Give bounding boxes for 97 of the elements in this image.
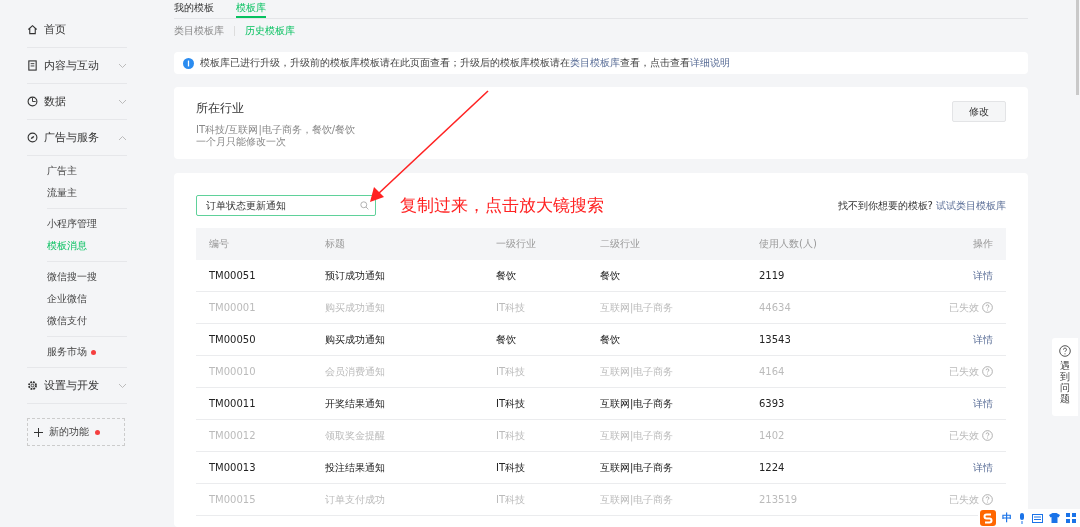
detail-link[interactable]: 详情 [973, 396, 993, 411]
column-header: 操作 [972, 236, 993, 251]
table-cell-text: 2119 [759, 270, 786, 281]
industry-title: 所在行业 [196, 100, 245, 117]
tab[interactable]: 我的模板 [174, 1, 214, 18]
detail-link[interactable]: 详情 [973, 332, 993, 347]
plus-icon [34, 427, 43, 437]
sidebar-subitem[interactable]: 服务市场 [47, 341, 127, 363]
table-cell-text: 餐饮 [600, 268, 621, 283]
chevron-down-icon[interactable] [118, 62, 127, 69]
help-tab[interactable]: 遇到问题 [1052, 338, 1078, 416]
table-cell-text: TM00011 [209, 398, 257, 409]
table-cell-text: TM00001 [209, 302, 257, 313]
table-cell-text: 购买成功通知 [325, 300, 386, 315]
table-cell-text: 投注结果通知 [325, 460, 386, 475]
table-cell-text: 会员消费通知 [325, 364, 386, 379]
document-icon [27, 60, 38, 71]
table-cell-text: 预订成功通知 [325, 268, 386, 283]
table-cell-text: 1402 [759, 430, 786, 441]
industry-value: IT科技/互联网|电子商务，餐饮/餐饮 [196, 124, 356, 136]
detail-link[interactable]: 详情 [973, 268, 993, 283]
table-cell-text: TM00012 [209, 430, 257, 441]
expired-label: 已失效 [949, 300, 979, 315]
compass-icon [27, 132, 38, 143]
table-cell-text: IT科技 [496, 364, 527, 379]
table-cell-text: 互联网|电子商务 [600, 460, 675, 475]
sidebar-subitem[interactable]: 流量主 [47, 182, 127, 204]
chevron-down-icon[interactable] [118, 98, 127, 105]
table-cell-text: TM00015 [209, 494, 257, 505]
table-cell-text: 13543 [759, 334, 792, 345]
table-cell-text: 餐饮 [496, 332, 517, 347]
grid-icon[interactable] [1066, 513, 1076, 523]
sidebar-subitem[interactable]: 微信搜一搜 [47, 266, 127, 288]
new-feature-button[interactable]: 新的功能 [27, 418, 125, 446]
table-cell-text: 开奖结果通知 [325, 396, 386, 411]
sidebar-subitem[interactable]: 微信支付 [47, 310, 127, 332]
table-cell-text: 互联网|电子商务 [600, 492, 675, 507]
expired-label: 已失效 [949, 428, 979, 443]
table-cell-text: 213519 [759, 494, 799, 505]
sidebar-item[interactable]: 设置与开发 [27, 368, 127, 404]
sidebar-item[interactable]: 内容与互动 [27, 48, 127, 84]
table-cell-text: TM00010 [209, 366, 257, 377]
search-field[interactable]: 订单状态更新通知 [196, 195, 376, 216]
table-cell-text: 购买成功通知 [325, 332, 386, 347]
sidebar-item[interactable]: 广告与服务 [27, 120, 127, 156]
annotation-text: 复制过来，点击放大镜搜索 [400, 194, 604, 217]
table-cell-text: IT科技 [496, 492, 527, 507]
keyboard-icon[interactable] [1032, 513, 1043, 523]
sidebar-item[interactable]: 首页 [27, 12, 127, 48]
column-header: 标题 [325, 236, 346, 251]
table-cell-text: IT科技 [496, 460, 527, 475]
search-icon[interactable] [360, 201, 369, 210]
table-cell-text: TM00051 [209, 270, 257, 281]
ime-toolbar[interactable]: 中 [978, 509, 1080, 527]
table-cell-text: 4164 [759, 366, 786, 377]
shirt-icon[interactable] [1049, 513, 1060, 523]
table-cell-text: 互联网|电子商务 [600, 300, 675, 315]
hint-text: 找不到你想要的模板? 试试类目模板库 [837, 198, 1006, 213]
table-cell-text: IT科技 [496, 300, 527, 315]
home-icon [27, 24, 38, 35]
table-cell-text: 互联网|电子商务 [600, 428, 675, 443]
table-cell-text: 餐饮 [496, 268, 517, 283]
column-header: 一级行业 [496, 236, 537, 251]
edit-button[interactable]: 修改 [952, 101, 1006, 122]
help-icon[interactable] [1059, 345, 1071, 357]
info-icon [183, 57, 194, 69]
sidebar-subitem[interactable]: 小程序管理 [47, 213, 127, 235]
chevron-up-icon[interactable] [118, 134, 127, 141]
table-cell-text: 44634 [759, 302, 792, 313]
table-cell-text: 1224 [759, 462, 786, 473]
table-cell-text: TM00013 [209, 462, 257, 473]
column-header: 二级行业 [600, 236, 641, 251]
input-mode-label[interactable]: 中 [1002, 511, 1012, 525]
scrollbar[interactable] [1076, 0, 1079, 95]
industry-note: 一个月只能修改一次 [196, 136, 287, 148]
notice-link[interactable]: 详细说明 [690, 57, 730, 68]
table-cell-text: IT科技 [496, 428, 527, 443]
chevron-down-icon[interactable] [118, 382, 127, 389]
table-cell-text: 互联网|电子商务 [600, 396, 675, 411]
category-library-link[interactable]: 试试类目模板库 [936, 199, 1006, 211]
expired-label: 已失效 [949, 492, 979, 507]
detail-link[interactable]: 详情 [973, 460, 993, 475]
table-cell-text: 互联网|电子商务 [600, 364, 675, 379]
table-cell-text: TM00050 [209, 334, 257, 345]
expired-label: 已失效 [949, 364, 979, 379]
pie-chart-icon [27, 96, 38, 107]
settings-icon [27, 380, 38, 391]
column-header: 使用人数(人) [759, 236, 818, 251]
table-cell-text: IT科技 [496, 396, 527, 411]
sidebar-item[interactable]: 数据 [27, 84, 127, 120]
column-header: 编号 [209, 236, 230, 251]
sidebar-subitem[interactable]: 广告主 [47, 160, 127, 182]
notice-link[interactable]: 类目模板库 [570, 57, 620, 68]
sidebar-subitem[interactable]: 企业微信 [47, 288, 127, 310]
notice-text: 模板库已进行升级，升级前的模板库模板请在此页面查看；升级后的模板库模板请在类目模板库查看，点击查看详细说明 [200, 56, 730, 70]
table-cell-text: 6393 [759, 398, 786, 409]
table-cell-text: 餐饮 [600, 332, 621, 347]
